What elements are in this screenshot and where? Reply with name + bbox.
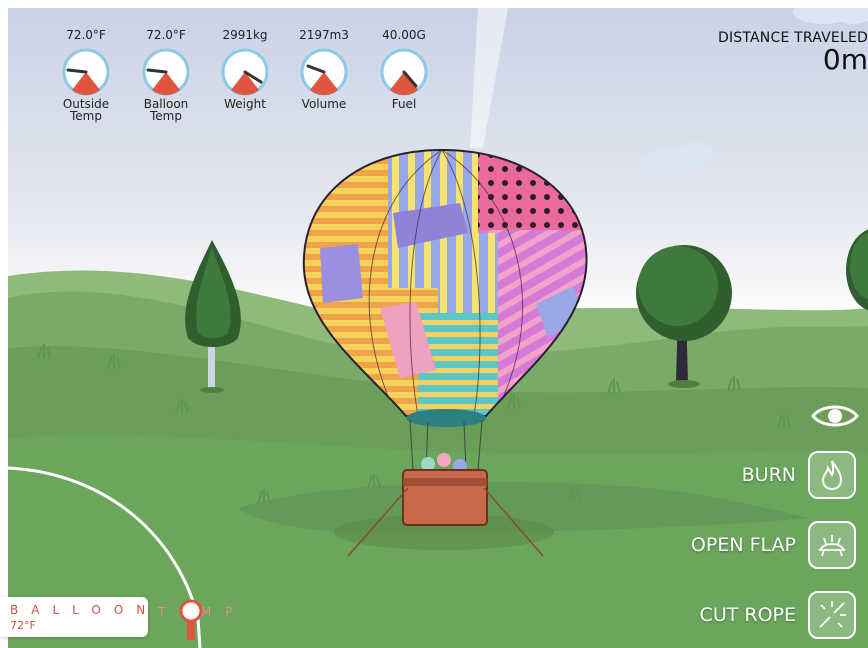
- gauge-outside-temp: 72.0°F Outside Temp: [46, 28, 126, 122]
- gauge-dial: [62, 48, 110, 96]
- flame-icon: [821, 460, 843, 491]
- gauge-value: 72.0°F: [66, 28, 106, 42]
- gauge-label: Fuel: [391, 97, 417, 111]
- open-flap-action: OPEN FLAP: [640, 518, 860, 572]
- gauge-value: 2991kg: [222, 28, 268, 42]
- gauge-value: 2197m3: [299, 28, 349, 42]
- eye-icon[interactable]: [810, 400, 860, 432]
- gauge-label: Outside Temp: [62, 97, 110, 123]
- cut-rope-action: CUT ROPE: [640, 588, 860, 642]
- burn-label: BURN: [741, 464, 796, 486]
- burn-action: BURN: [640, 448, 860, 502]
- gauge-balloon-temp: 72.0°F Balloon Temp: [126, 28, 206, 122]
- gauge-fuel: 40.00G Fuel: [364, 28, 444, 110]
- gauge-dial: [221, 48, 269, 96]
- gauge-label: Balloon Temp: [143, 97, 189, 123]
- cloud: [793, 8, 868, 24]
- gauge-value: 40.00G: [382, 28, 426, 42]
- temp-control-value: 72°F: [10, 619, 36, 632]
- distance-traveled: DISTANCE TRAVELED 0m: [718, 30, 868, 74]
- gauge-dial: [142, 48, 190, 96]
- gauge-label: Weight: [224, 97, 266, 111]
- gauge-label: Volume: [301, 97, 347, 111]
- game-screen: 72.0°F Outside Temp 72.0°F Balloon Temp …: [0, 0, 868, 648]
- temp-slider-handle[interactable]: [176, 598, 206, 640]
- temp-control-name: BALLOON: [10, 603, 159, 617]
- flap-icon: [818, 535, 846, 557]
- cloud: [637, 142, 714, 174]
- open-flap-label: OPEN FLAP: [690, 534, 796, 556]
- open-flap-button[interactable]: [808, 521, 856, 569]
- cut-rope-label: CUT ROPE: [699, 604, 796, 626]
- tree: [846, 229, 868, 311]
- scissors-icon: [819, 601, 846, 628]
- burn-button[interactable]: [808, 451, 856, 499]
- gauge-weight: 2991kg Weight: [205, 28, 285, 110]
- gauge-dial: [300, 48, 348, 96]
- distance-value: 0m: [822, 43, 868, 76]
- gauge-dial: [380, 48, 428, 96]
- gauge-volume: 2197m3 Volume: [284, 28, 364, 110]
- balloon-temp-control: BALLOON 72°F: [0, 597, 148, 637]
- cut-rope-button[interactable]: [808, 591, 856, 639]
- gauge-value: 72.0°F: [146, 28, 186, 42]
